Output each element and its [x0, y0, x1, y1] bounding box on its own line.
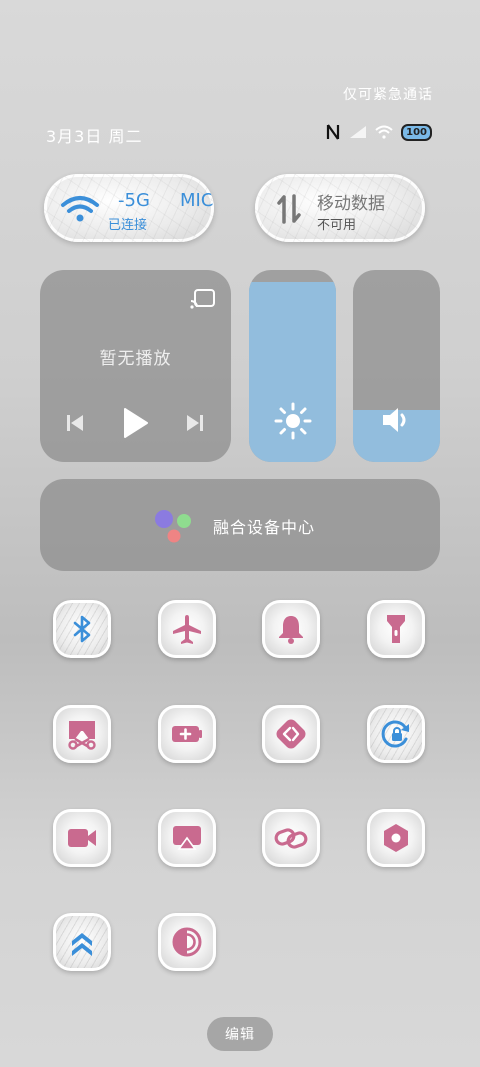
- ring-mode-toggle[interactable]: [262, 600, 320, 658]
- screen-cast-icon: [173, 826, 201, 850]
- screenshot-toggle[interactable]: [53, 705, 111, 763]
- mobile-data-status: 不可用: [317, 218, 357, 233]
- link-toggle[interactable]: [262, 809, 320, 867]
- battery-icon: 100: [401, 123, 432, 141]
- battery-saver-toggle[interactable]: [158, 705, 216, 763]
- media-player-card[interactable]: 暂无播放: [40, 270, 231, 462]
- auto-rotate-toggle[interactable]: [367, 705, 425, 763]
- contrast-circle-icon: [172, 927, 202, 957]
- emergency-calls-only-text: 仅可紧急通话: [343, 87, 433, 103]
- screen-cast-toggle[interactable]: [158, 809, 216, 867]
- volume-slider[interactable]: [353, 270, 440, 462]
- code-tile[interactable]: [262, 705, 320, 763]
- device-center-card[interactable]: 融合设备中心: [40, 479, 440, 571]
- battery-saver-icon: [172, 726, 202, 742]
- flashlight-toggle[interactable]: [367, 600, 425, 658]
- airplane-mode-icon: [173, 615, 201, 644]
- previous-track-icon[interactable]: [64, 412, 86, 434]
- video-camera-icon: [68, 829, 96, 847]
- code-arrows-icon: [276, 719, 306, 749]
- next-track-icon[interactable]: [184, 412, 206, 434]
- wifi-name: -5G: [118, 190, 150, 211]
- mobile-data-icon: [277, 194, 301, 224]
- bell-icon: [279, 616, 303, 644]
- edit-button[interactable]: 编辑: [207, 1017, 273, 1051]
- wifi-icon: [61, 196, 99, 222]
- brightness-icon: [274, 402, 312, 440]
- double-chevron-up-icon: [72, 933, 92, 956]
- no-playback-text: 暂无播放: [99, 349, 172, 369]
- flashlight-icon: [387, 615, 405, 643]
- link-icon: [274, 828, 308, 849]
- mobile-data-tile[interactable]: 移动数据 不可用: [255, 174, 425, 242]
- screenshot-scissors-icon: [68, 721, 96, 750]
- device-center-icon: [155, 510, 191, 543]
- airplane-mode-toggle[interactable]: [158, 600, 216, 658]
- mobile-data-title: 移动数据: [317, 194, 385, 214]
- wifi-status-icon: [375, 125, 393, 139]
- device-center-label: 融合设备中心: [213, 518, 316, 537]
- volume-icon: [383, 408, 406, 432]
- play-icon[interactable]: [120, 406, 150, 440]
- wifi-name-suffix: MIC: [180, 190, 214, 211]
- bluetooth-toggle[interactable]: [53, 600, 111, 658]
- screen-record-toggle[interactable]: [53, 809, 111, 867]
- rotation-lock-icon: [381, 720, 409, 748]
- brightness-slider[interactable]: [249, 270, 336, 462]
- color-inversion-toggle[interactable]: [158, 913, 216, 971]
- settings-toggle[interactable]: [367, 809, 425, 867]
- signal-icon: [350, 126, 367, 138]
- bluetooth-icon: [73, 615, 91, 643]
- cast-icon[interactable]: [189, 287, 217, 311]
- nfc-icon: [327, 124, 340, 140]
- settings-hexagon-icon: [384, 824, 408, 852]
- date-text: 3月3日 周二: [46, 127, 143, 146]
- wifi-status: 已连接: [108, 218, 148, 233]
- performance-mode-toggle[interactable]: [53, 913, 111, 971]
- status-icons: 100: [325, 122, 432, 142]
- wifi-tile[interactable]: -5G MIC 已连接: [44, 174, 214, 242]
